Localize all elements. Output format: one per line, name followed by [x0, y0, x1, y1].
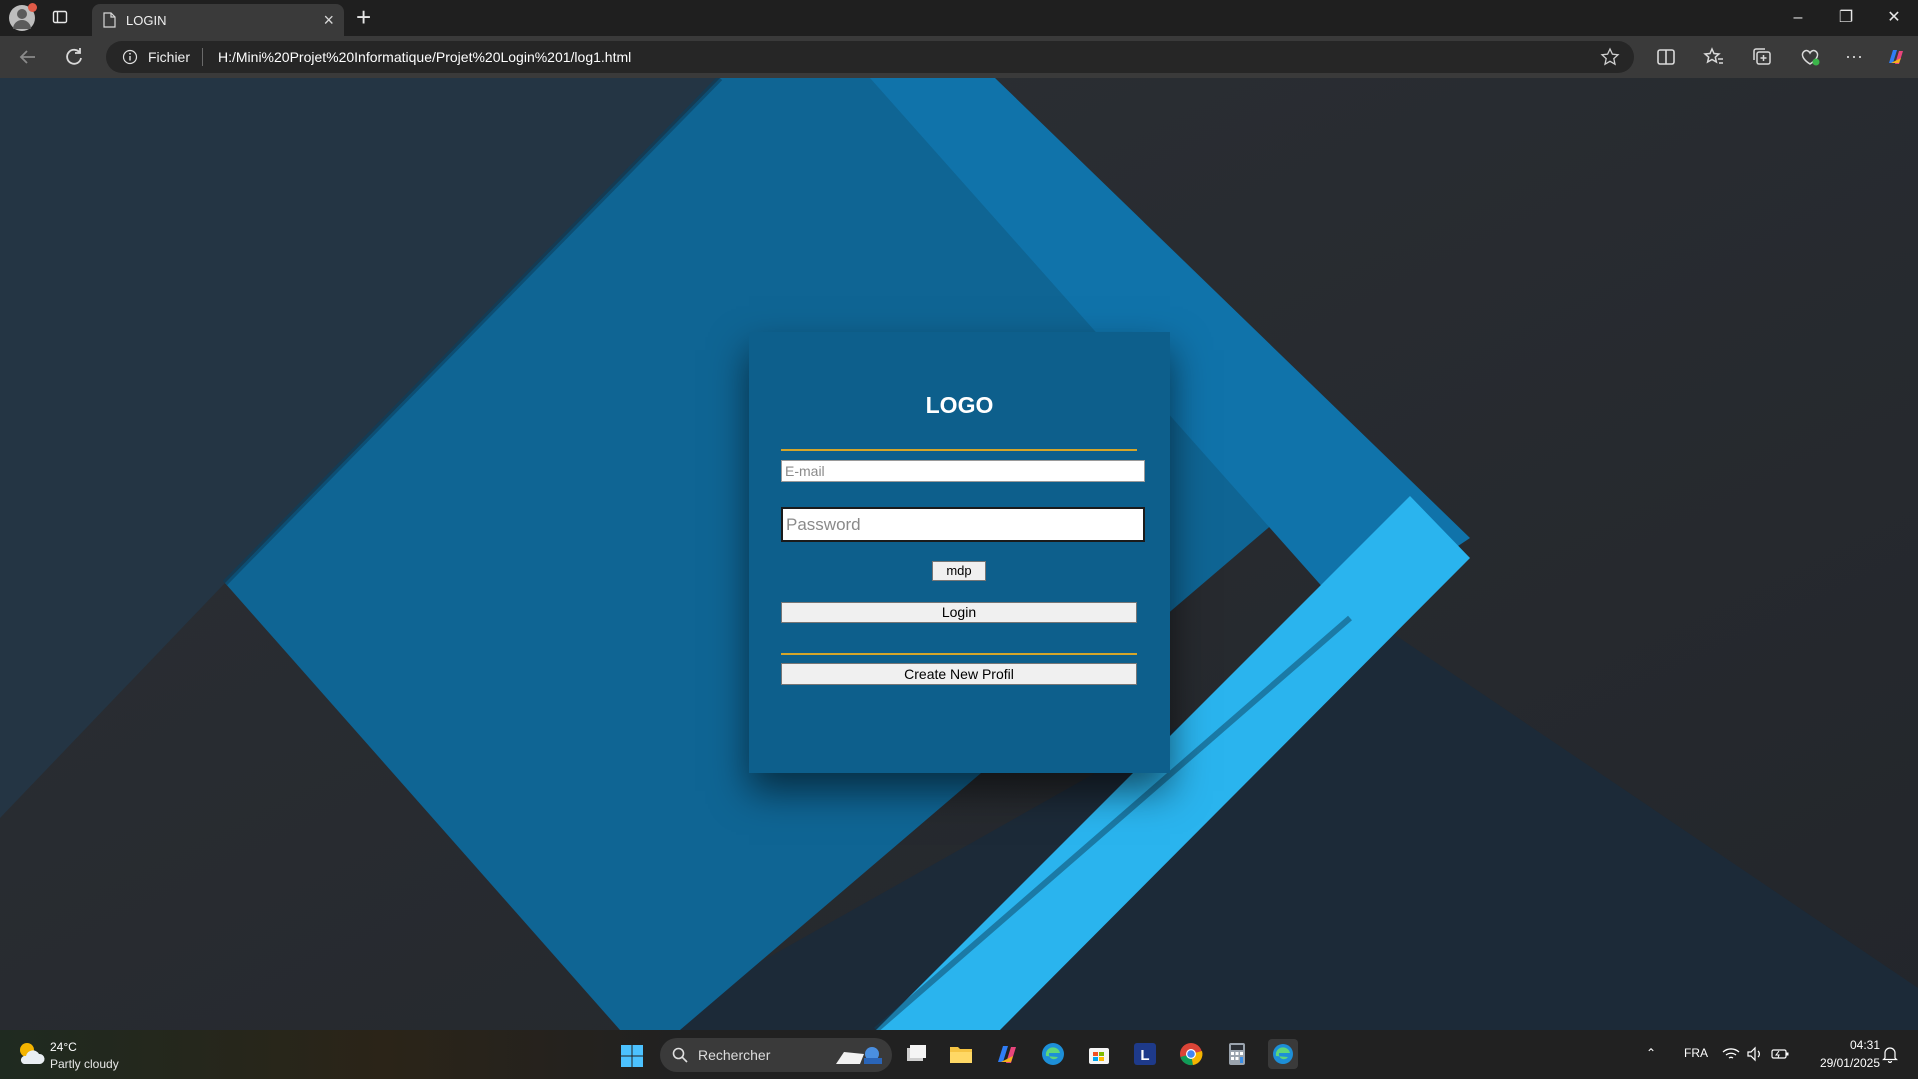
url-scheme-label: Fichier [148, 49, 191, 65]
tab-login[interactable]: LOGIN × [92, 4, 344, 36]
password-field[interactable] [781, 507, 1145, 542]
login-card: LOGO mdp Login Create New Profil [749, 332, 1170, 773]
notification-bell-icon[interactable] [1882, 1045, 1898, 1063]
collections-icon[interactable] [1750, 45, 1774, 69]
browser-tab-bar: LOGIN × + – ❐ ✕ [0, 0, 1918, 36]
url-text[interactable]: H:/Mini%20Projet%20Informatique/Projet%2… [218, 49, 631, 65]
windows-start-icon[interactable] [620, 1044, 644, 1068]
page-icon [103, 12, 116, 28]
battery-icon[interactable] [1770, 1046, 1790, 1062]
more-options-icon[interactable]: ··· [1842, 45, 1866, 69]
back-icon[interactable] [16, 45, 40, 69]
search-icon [672, 1047, 688, 1063]
copilot-icon[interactable] [1884, 45, 1908, 69]
weather-condition: Partly cloudy [50, 1057, 119, 1071]
weather-partly-cloudy-icon[interactable] [16, 1040, 46, 1068]
divider-top [781, 449, 1137, 451]
favorites-icon[interactable] [1702, 45, 1726, 69]
edge-active-app-icon[interactable] [1268, 1039, 1298, 1069]
address-bar[interactable]: Fichier H:/Mini%20Projet%20Informatique/… [106, 41, 1634, 73]
refresh-icon[interactable] [62, 45, 86, 69]
search-label: Rechercher [698, 1047, 771, 1063]
taskbar: 24°C Partly cloudy Rechercher L ⌃ FRA 04… [0, 1030, 1918, 1079]
tab-title: LOGIN [126, 13, 167, 28]
wifi-icon[interactable] [1722, 1046, 1740, 1062]
svg-text:L: L [1140, 1047, 1149, 1064]
volume-icon[interactable] [1746, 1046, 1764, 1062]
browser-toolbar: Fichier H:/Mini%20Projet%20Informatique/… [0, 36, 1918, 78]
split-screen-icon[interactable] [1654, 45, 1678, 69]
l-app-icon[interactable]: L [1130, 1039, 1160, 1069]
show-password-button[interactable]: mdp [932, 561, 986, 581]
logo-title: LOGO [925, 392, 994, 418]
weather-temperature: 24°C [50, 1040, 77, 1054]
show-hidden-icons-icon[interactable]: ⌃ [1646, 1046, 1656, 1060]
divider-bottom [781, 653, 1137, 655]
language-indicator[interactable]: FRA [1684, 1046, 1708, 1060]
login-button[interactable]: Login [781, 602, 1137, 623]
copilot-app-icon[interactable] [992, 1039, 1022, 1069]
task-view-icon[interactable] [901, 1039, 931, 1069]
browser-essentials-icon[interactable] [1798, 45, 1822, 69]
search-highlight-icon [836, 1047, 882, 1064]
create-profile-button[interactable]: Create New Profil [781, 663, 1137, 685]
restore-button[interactable]: ❐ [1826, 7, 1866, 29]
minimize-button[interactable]: – [1778, 7, 1818, 29]
divider [202, 48, 203, 66]
close-tab-icon[interactable]: × [323, 10, 334, 30]
clock-time[interactable]: 04:31 [1828, 1038, 1880, 1052]
calculator-app-icon[interactable] [1222, 1039, 1252, 1069]
clock-date[interactable]: 29/01/2025 [1806, 1056, 1880, 1070]
email-field[interactable] [781, 460, 1145, 482]
page-viewport: LOGO mdp Login Create New Profil [0, 78, 1918, 1030]
store-app-icon[interactable] [1084, 1039, 1114, 1069]
tab-actions-icon[interactable] [52, 9, 68, 25]
edge-app-icon[interactable] [1038, 1039, 1068, 1069]
close-window-button[interactable]: ✕ [1874, 7, 1914, 29]
file-explorer-icon[interactable] [946, 1039, 976, 1069]
new-tab-button[interactable]: + [356, 3, 371, 31]
taskbar-search[interactable]: Rechercher [660, 1038, 892, 1072]
profile-avatar-icon[interactable] [9, 3, 37, 31]
favorite-star-icon[interactable] [1600, 47, 1620, 67]
info-icon[interactable] [122, 49, 138, 65]
chrome-app-icon[interactable] [1176, 1039, 1206, 1069]
